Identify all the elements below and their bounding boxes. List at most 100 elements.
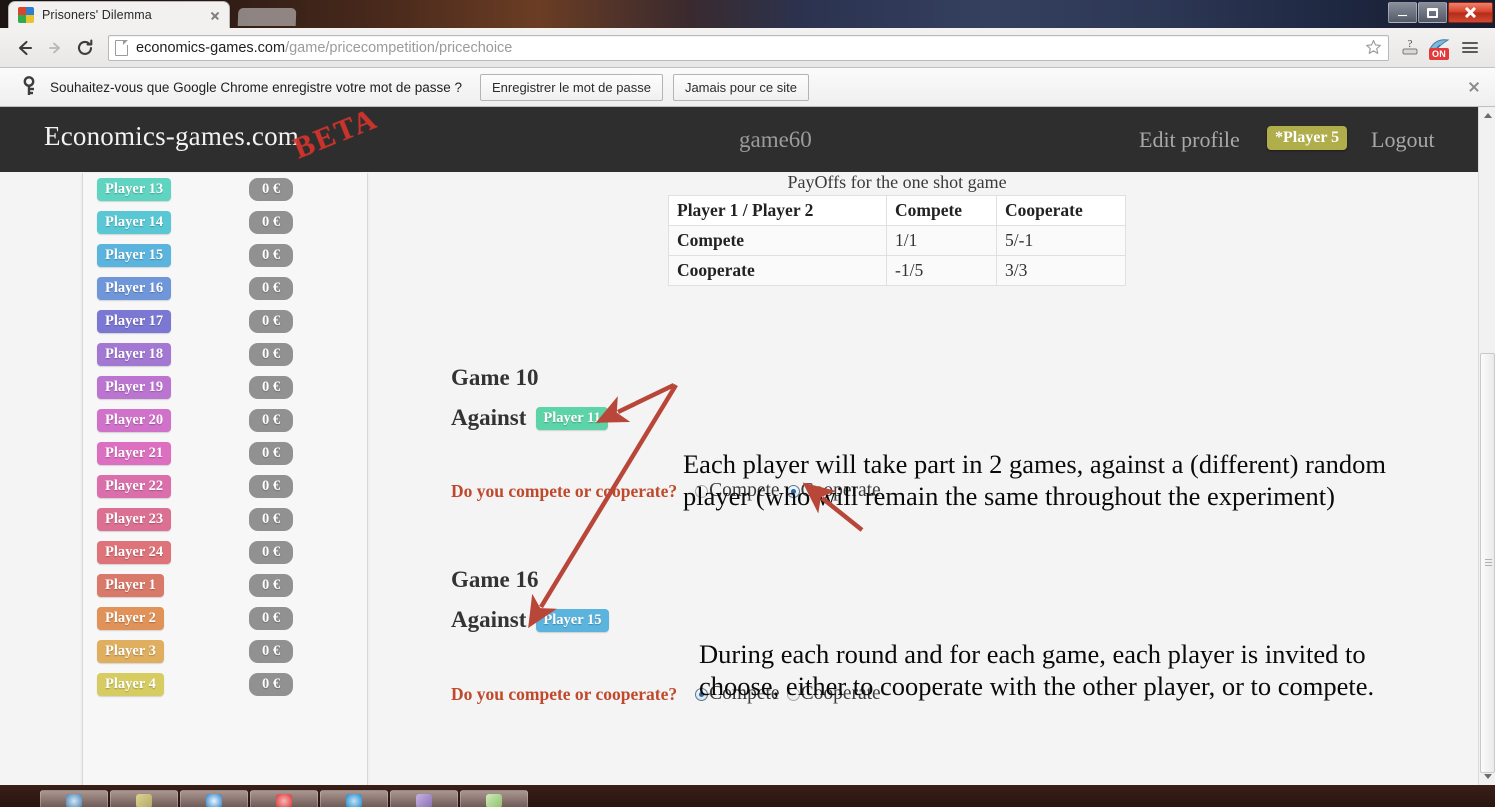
payoff-header-0: Player 1 / Player 2 <box>668 195 887 226</box>
player-score-badge: 0 € <box>249 277 294 300</box>
player-row: Player 18 0 € <box>83 338 367 371</box>
hamburger-menu-icon[interactable] <box>1455 33 1485 63</box>
taskbar-item[interactable] <box>390 790 458 807</box>
window-maximize-button[interactable] <box>1418 2 1447 23</box>
player-name-badge: Player 22 <box>97 475 172 498</box>
player-row: Player 15 0 € <box>83 239 367 272</box>
player-score-badge: 0 € <box>249 178 294 201</box>
extension-on-icon[interactable]: ON <box>1425 33 1455 63</box>
save-password-button[interactable]: Enregistrer le mot de passe <box>479 73 663 101</box>
browser-tab[interactable]: Prisoners' Dilemma <box>8 1 230 28</box>
infobar-close-icon[interactable] <box>1463 76 1485 98</box>
payoff-row-label: Cooperate <box>668 255 887 286</box>
player-name-badge: Player 17 <box>97 310 172 333</box>
page-scrollbar[interactable] <box>1478 107 1495 785</box>
player-name-badge: Player 19 <box>97 376 172 399</box>
taskbar-item[interactable] <box>460 790 528 807</box>
payoff-table-title: PayOffs for the one shot game <box>787 172 1007 192</box>
player-name-badge: Player 2 <box>97 607 164 630</box>
taskbar-item[interactable] <box>180 790 248 807</box>
url-path: /game/pricecompetition/pricechoice <box>285 39 513 56</box>
choice-question: Do you compete or cooperate? <box>451 683 678 704</box>
player-name-badge: Player 21 <box>97 442 172 465</box>
taskbar-item[interactable] <box>250 790 318 807</box>
taskbar-item[interactable] <box>320 790 388 807</box>
player-score-badge: 0 € <box>249 343 294 366</box>
url-text: economics-games.com/game/pricecompetitio… <box>136 40 1362 56</box>
payoff-cell: 1/1 <box>886 225 997 256</box>
window-controls <box>1387 2 1493 24</box>
taskbar-item[interactable] <box>110 790 178 807</box>
player-score-badge: 0 € <box>249 508 294 531</box>
payoff-header-1: Compete <box>886 195 997 226</box>
never-for-this-site-button[interactable]: Jamais pour ce site <box>672 73 809 101</box>
annotation-text-2: During each round and for each game, eac… <box>699 639 1375 702</box>
player-name-badge: Player 18 <box>97 343 172 366</box>
player-name-badge: Player 4 <box>97 673 164 696</box>
back-arrow-icon[interactable] <box>10 33 40 63</box>
payoff-cell: 3/3 <box>996 255 1126 286</box>
player-score-panel: Player 13 0 € Player 14 0 € Player 15 0 € Play… <box>82 173 368 785</box>
tab-close-icon[interactable] <box>207 7 223 23</box>
new-tab-button[interactable] <box>237 8 297 26</box>
scrollbar-thumb[interactable] <box>1480 353 1495 773</box>
bookmark-star-icon[interactable] <box>1362 39 1384 56</box>
player-score-badge: 0 € <box>249 376 294 399</box>
logout-link[interactable]: Logout <box>1371 127 1435 153</box>
player-score-badge: 0 € <box>249 673 294 696</box>
game-title: Game 16 <box>451 567 539 592</box>
player-row: Player 13 0 € <box>83 173 367 206</box>
current-player-badge[interactable]: *Player 5 <box>1267 126 1348 150</box>
forward-arrow-icon[interactable] <box>40 33 70 63</box>
page-document-icon <box>115 39 128 56</box>
key-icon <box>16 76 42 98</box>
player-score-badge: 0 € <box>249 574 294 597</box>
opponent-badge: Player 15 <box>536 608 609 632</box>
against-label: Against <box>451 607 527 632</box>
scroll-up-arrow-icon[interactable] <box>1479 107 1495 124</box>
infobar-message: Souhaitez-vous que Google Chrome enregis… <box>50 79 462 95</box>
player-name-badge: Player 20 <box>97 409 172 432</box>
tab-strip: Prisoners' Dilemma <box>0 0 1495 28</box>
annotation-text-1: Each player will take part in 2 games, a… <box>683 449 1386 512</box>
beta-stamp: BETA <box>288 107 383 166</box>
scroll-down-arrow-icon[interactable] <box>1479 768 1495 785</box>
player-row: Player 14 0 € <box>83 206 367 239</box>
windows-taskbar[interactable] <box>0 783 1495 807</box>
browser-window: Prisoners' Dilemma economics-games.com/g… <box>0 0 1495 785</box>
extension-badge: ON <box>1429 47 1450 60</box>
table-row: Compete 1/1 5/-1 <box>668 225 1126 256</box>
player-name-badge: Player 16 <box>97 277 172 300</box>
taskbar-item[interactable] <box>40 790 108 807</box>
address-bar[interactable]: economics-games.com/game/pricecompetitio… <box>108 34 1389 61</box>
help-icon[interactable]: ? <box>1395 33 1425 63</box>
payoff-cell: -1/5 <box>886 255 997 286</box>
player-row: Player 3 0 € <box>83 635 367 668</box>
player-name-badge: Player 15 <box>97 244 172 267</box>
player-row: Player 22 0 € <box>83 470 367 503</box>
player-name-badge: Player 3 <box>97 640 164 663</box>
player-name-badge: Player 14 <box>97 211 172 234</box>
payoff-row-label: Compete <box>668 225 887 256</box>
opponent-badge: Player 11 <box>536 406 608 430</box>
url-domain: economics-games.com <box>136 39 286 56</box>
table-header-row: Player 1 / Player 2 Compete Cooperate <box>668 195 1126 226</box>
player-score-badge: 0 € <box>249 475 294 498</box>
player-name-badge: Player 13 <box>97 178 172 201</box>
player-row: Player 19 0 € <box>83 371 367 404</box>
window-close-button[interactable] <box>1448 2 1493 23</box>
game-opponent-line: Against Player 15 <box>451 607 609 633</box>
player-name-badge: Player 1 <box>97 574 164 597</box>
game-name-label: game60 <box>739 127 812 152</box>
reload-icon[interactable] <box>70 33 100 63</box>
edit-profile-link[interactable]: Edit profile <box>1139 127 1240 153</box>
choice-question: Do you compete or cooperate? <box>451 480 678 501</box>
svg-text:?: ? <box>1408 38 1413 50</box>
player-score-badge: 0 € <box>249 607 294 630</box>
site-brand[interactable]: Economics-games.com <box>44 121 299 152</box>
player-score-badge: 0 € <box>249 310 294 333</box>
game-block-2: Game 16 Against Player 15 <box>451 567 609 633</box>
player-row: Player 23 0 € <box>83 503 367 536</box>
player-row: Player 17 0 € <box>83 305 367 338</box>
window-minimize-button[interactable] <box>1388 2 1417 23</box>
